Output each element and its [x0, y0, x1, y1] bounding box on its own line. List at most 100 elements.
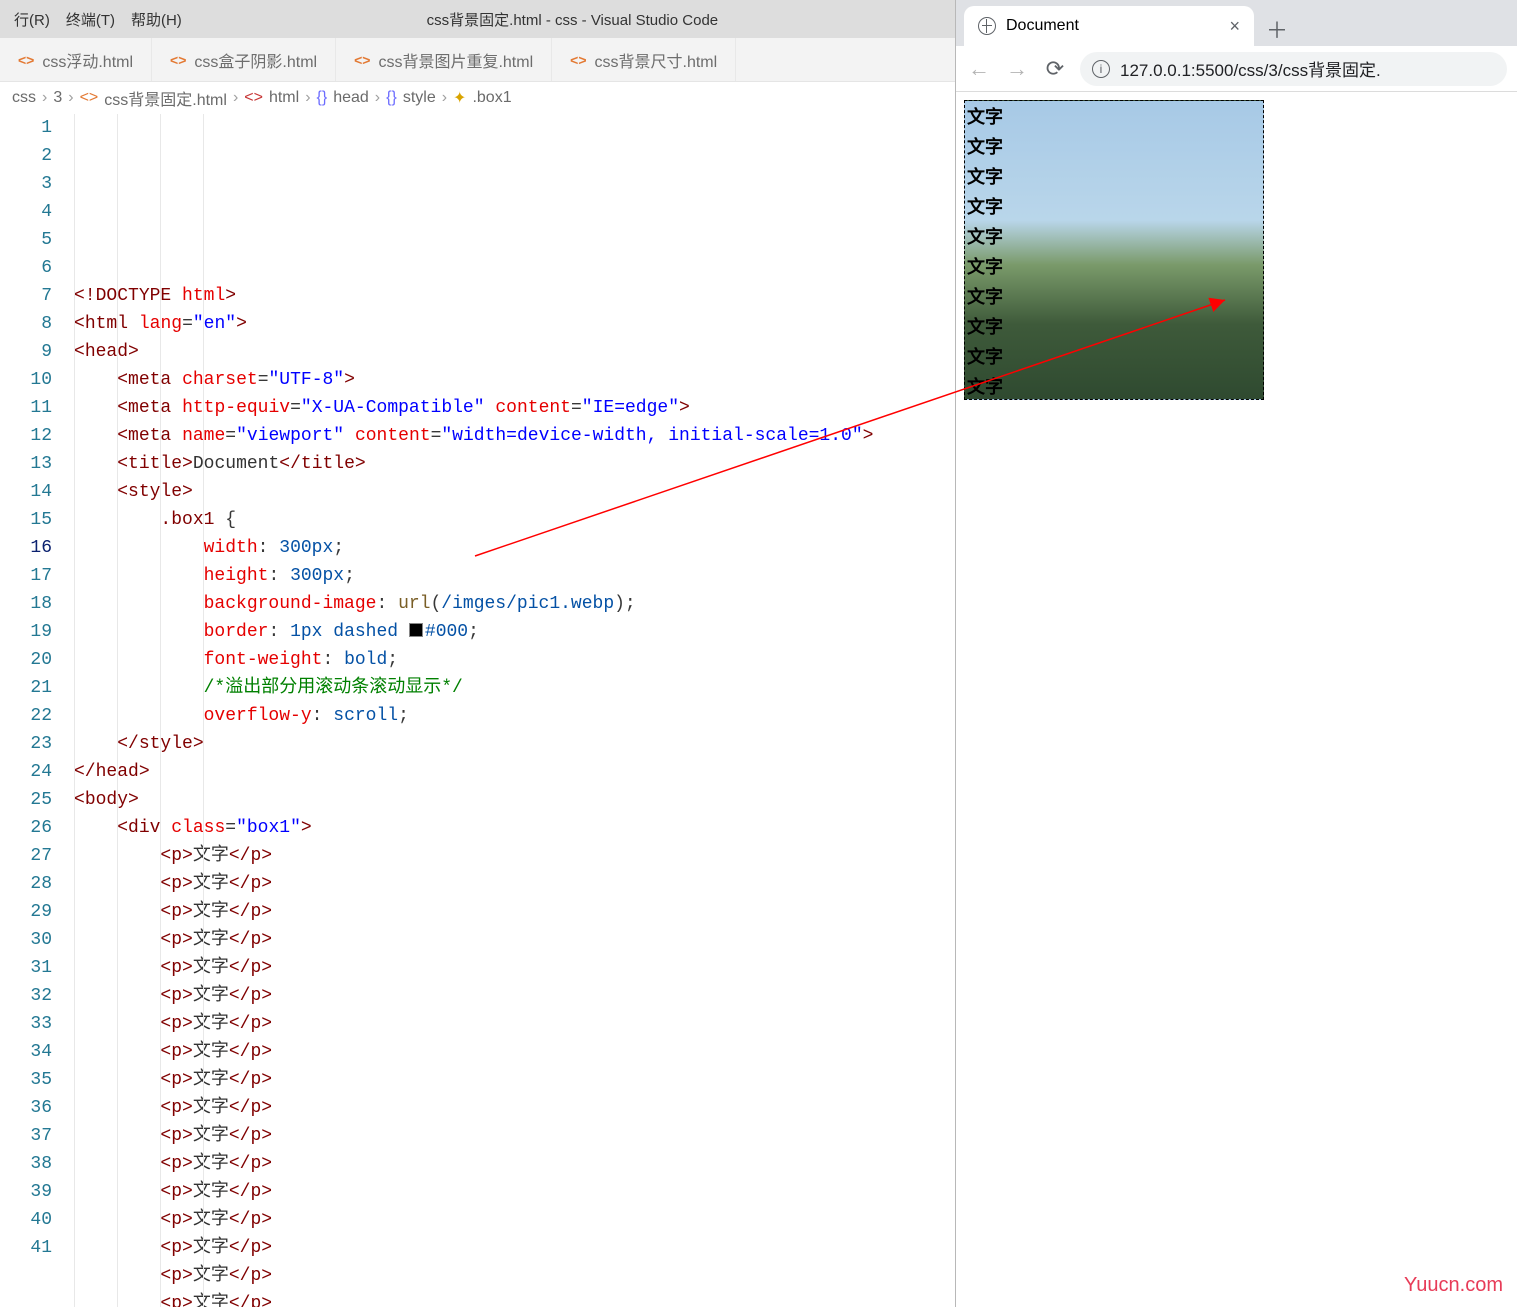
code-line[interactable]: </style>	[74, 730, 955, 758]
line-number: 34	[0, 1038, 52, 1066]
code-line[interactable]: <p>文字</p>	[74, 926, 955, 954]
code-line[interactable]: width: 300px;	[74, 534, 955, 562]
line-number: 1	[0, 114, 52, 142]
vscode-editor[interactable]: 1234567891011121314151617181920212223242…	[0, 114, 955, 1307]
line-number: 17	[0, 562, 52, 590]
box1-paragraph: 文字	[965, 371, 1263, 400]
browser-viewport: 文字文字文字文字文字文字文字文字文字文字文字文字文字文字文字文字文字文字文字文字	[956, 92, 1517, 1307]
vscode-window: 行(R)终端(T)帮助(H) css背景固定.html - css - Visu…	[0, 0, 955, 1307]
breadcrumb-item[interactable]: html	[269, 89, 299, 107]
code-line[interactable]: <p>文字</p>	[74, 954, 955, 982]
browser-tab-title: Document	[1006, 17, 1079, 35]
line-number: 23	[0, 730, 52, 758]
code-line[interactable]: <p>文字</p>	[74, 1122, 955, 1150]
code-line[interactable]: <p>文字</p>	[74, 1262, 955, 1290]
box1-paragraph: 文字	[965, 251, 1263, 281]
code-line[interactable]: <p>文字</p>	[74, 1066, 955, 1094]
code-line[interactable]: <title>Document</title>	[74, 450, 955, 478]
line-number: 6	[0, 254, 52, 282]
browser-tab[interactable]: Document ×	[964, 6, 1254, 46]
code-line[interactable]: <style>	[74, 478, 955, 506]
browser-toolbar: ← → ⟳ i 127.0.0.1:5500/css/3/css背景固定.	[956, 46, 1517, 92]
code-line[interactable]: <html lang="en">	[74, 310, 955, 338]
code-line[interactable]: background-image: url(/imges/pic1.webp);	[74, 590, 955, 618]
vscode-menu-item[interactable]: 终端(T)	[58, 6, 123, 33]
code-line[interactable]: <p>文字</p>	[74, 1178, 955, 1206]
code-line[interactable]: <body>	[74, 786, 955, 814]
back-button[interactable]: ←	[966, 56, 992, 82]
new-tab-button[interactable]: ＋	[1260, 12, 1294, 46]
breadcrumb-item[interactable]: css	[12, 89, 36, 107]
forward-button[interactable]: →	[1004, 56, 1030, 82]
code-line[interactable]: <div class="box1">	[74, 814, 955, 842]
code-line[interactable]: <p>文字</p>	[74, 842, 955, 870]
breadcrumb-item[interactable]: css背景固定.html	[104, 86, 227, 110]
box1-paragraph: 文字	[965, 311, 1263, 341]
breadcrumb-icon: <>	[80, 89, 99, 107]
code-line[interactable]: <p>文字</p>	[74, 898, 955, 926]
code-line[interactable]: </head>	[74, 758, 955, 786]
editor-gutter: 1234567891011121314151617181920212223242…	[0, 114, 74, 1307]
box1-paragraph: 文字	[965, 101, 1263, 131]
code-line[interactable]: <p>文字</p>	[74, 982, 955, 1010]
code-line[interactable]: .box1 {	[74, 506, 955, 534]
browser-tab-strip: Document × ＋	[956, 0, 1517, 46]
vscode-tab[interactable]: <>css浮动.html	[0, 38, 152, 81]
breadcrumb-separator: ›	[42, 89, 47, 107]
site-info-icon[interactable]: i	[1092, 60, 1110, 78]
code-line[interactable]: font-weight: bold;	[74, 646, 955, 674]
breadcrumb-separator: ›	[68, 89, 73, 107]
code-line[interactable]: <p>文字</p>	[74, 1038, 955, 1066]
file-icon: <>	[170, 52, 186, 68]
code-line[interactable]: <p>文字</p>	[74, 1234, 955, 1262]
code-line[interactable]: height: 300px;	[74, 562, 955, 590]
vscode-tab[interactable]: <>css背景图片重复.html	[336, 38, 552, 81]
code-line[interactable]: <!DOCTYPE html>	[74, 282, 955, 310]
breadcrumb-item[interactable]: 3	[53, 89, 62, 107]
code-line[interactable]: <p>文字</p>	[74, 1094, 955, 1122]
code-line[interactable]: overflow-y: scroll;	[74, 702, 955, 730]
code-line[interactable]: <p>文字</p>	[74, 1206, 955, 1234]
vscode-menu-item[interactable]: 行(R)	[6, 6, 58, 33]
editor-code-area[interactable]: <!DOCTYPE html><html lang="en"><head> <m…	[74, 114, 955, 1307]
vscode-menu-bar: 行(R)终端(T)帮助(H)	[0, 6, 190, 33]
reload-button[interactable]: ⟳	[1042, 56, 1068, 82]
code-line[interactable]: /*溢出部分用滚动条滚动显示*/	[74, 674, 955, 702]
breadcrumb-item[interactable]: head	[333, 89, 369, 107]
rendered-box1[interactable]: 文字文字文字文字文字文字文字文字文字文字文字文字文字文字文字文字文字文字文字文字	[964, 100, 1264, 400]
vscode-tab[interactable]: <>css盒子阴影.html	[152, 38, 336, 81]
line-number: 13	[0, 450, 52, 478]
line-number: 10	[0, 366, 52, 394]
file-icon: <>	[354, 52, 370, 68]
line-number: 27	[0, 842, 52, 870]
line-number: 21	[0, 674, 52, 702]
file-icon: <>	[18, 52, 34, 68]
code-line[interactable]: <p>文字</p>	[74, 870, 955, 898]
breadcrumb-item[interactable]: .box1	[472, 89, 511, 107]
line-number: 30	[0, 926, 52, 954]
code-line[interactable]: <meta http-equiv="X-UA-Compatible" conte…	[74, 394, 955, 422]
vscode-menu-item[interactable]: 帮助(H)	[123, 6, 190, 33]
breadcrumb-item[interactable]: style	[403, 89, 436, 107]
code-line[interactable]: <p>文字</p>	[74, 1150, 955, 1178]
code-line[interactable]: <meta name="viewport" content="width=dev…	[74, 422, 955, 450]
close-tab-icon[interactable]: ×	[1229, 16, 1240, 37]
line-number: 12	[0, 422, 52, 450]
address-bar[interactable]: i 127.0.0.1:5500/css/3/css背景固定.	[1080, 52, 1507, 86]
code-line[interactable]: border: 1px dashed #000;	[74, 618, 955, 646]
code-line[interactable]: <head>	[74, 338, 955, 366]
line-number: 7	[0, 282, 52, 310]
line-number: 4	[0, 198, 52, 226]
box1-paragraph: 文字	[965, 131, 1263, 161]
code-line[interactable]: <meta charset="UTF-8">	[74, 366, 955, 394]
vscode-tab-label: css背景尺寸.html	[595, 48, 718, 72]
breadcrumb-icon: {}	[386, 89, 397, 107]
line-number: 16	[0, 534, 52, 562]
code-line[interactable]: <p>文字</p>	[74, 1010, 955, 1038]
line-number: 33	[0, 1010, 52, 1038]
box1-paragraph: 文字	[965, 341, 1263, 371]
code-line[interactable]: <p>文字</p>	[74, 1290, 955, 1307]
vscode-tab[interactable]: <>css背景尺寸.html	[552, 38, 736, 81]
vscode-titlebar: 行(R)终端(T)帮助(H) css背景固定.html - css - Visu…	[0, 0, 955, 38]
line-number: 8	[0, 310, 52, 338]
